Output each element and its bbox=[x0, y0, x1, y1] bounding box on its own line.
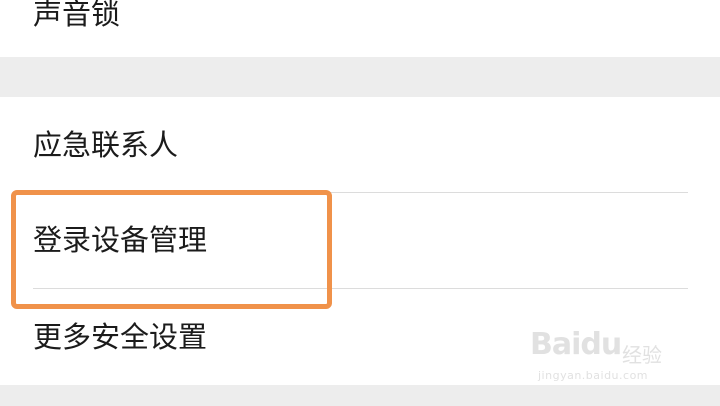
settings-group-top: 声音锁 bbox=[0, 0, 720, 57]
settings-item-more-security-settings[interactable]: 更多安全设置 bbox=[33, 323, 207, 352]
watermark-cn-text: 经验 bbox=[622, 343, 662, 367]
settings-item-voice-lock[interactable]: 声音锁 bbox=[33, 0, 120, 29]
watermark-url: jingyan.baidu.com bbox=[538, 369, 649, 382]
settings-item-emergency-contact[interactable]: 应急联系人 bbox=[33, 131, 178, 160]
highlight-box bbox=[11, 190, 332, 309]
baidu-jingyan-watermark: Baidu 经验 jingyan.baidu.com bbox=[530, 325, 680, 390]
watermark-logo: Baidu bbox=[530, 327, 622, 362]
